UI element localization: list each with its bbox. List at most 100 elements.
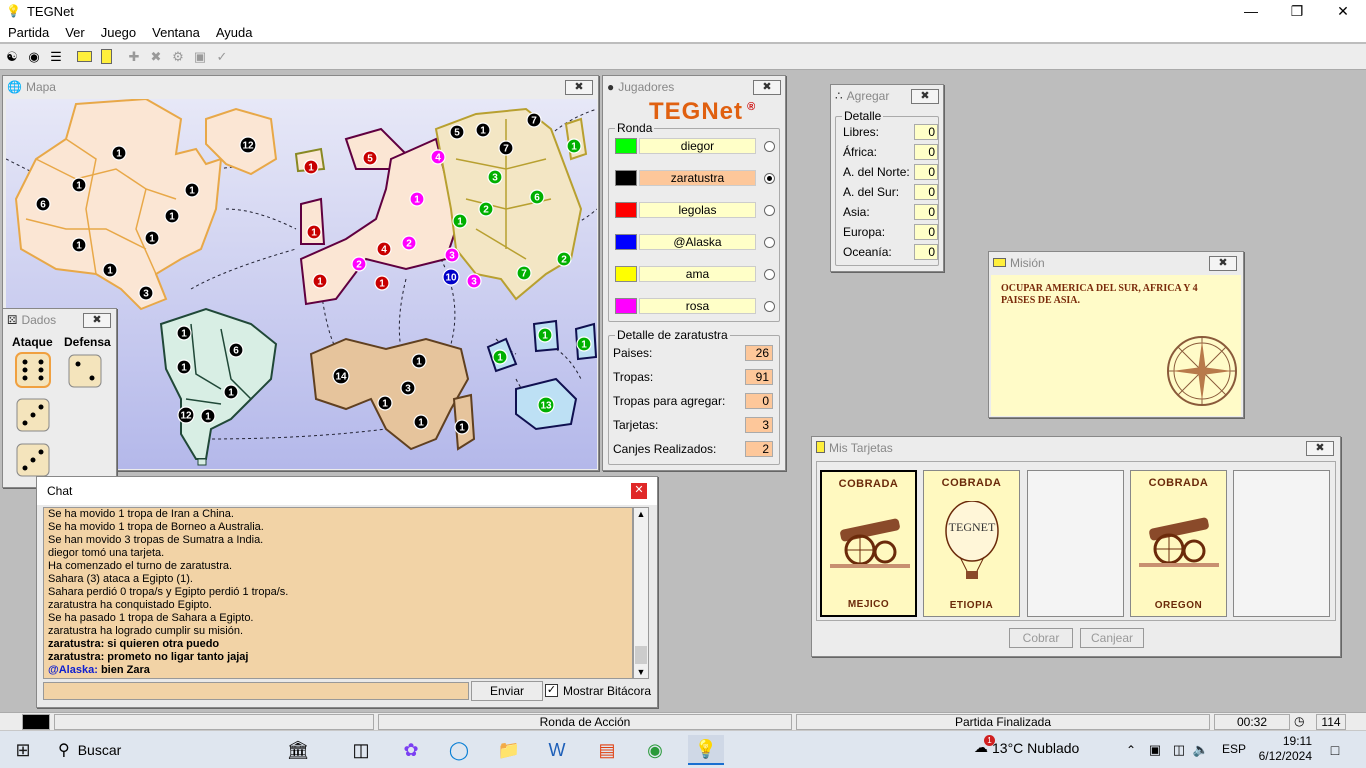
army-marker[interactable]: 13 (537, 396, 555, 414)
army-marker[interactable]: 3 (138, 285, 154, 301)
army-marker[interactable]: 10 (442, 268, 460, 286)
army-marker[interactable]: 1 (71, 177, 87, 193)
file-explorer-icon[interactable]: 📁 (494, 735, 524, 765)
army-marker[interactable]: 1 (164, 208, 180, 224)
players-close-button[interactable]: ✖ (753, 80, 781, 95)
notifications-icon[interactable]: □ (1320, 735, 1350, 765)
copilot-icon[interactable]: ✿ (396, 735, 426, 765)
army-marker[interactable]: 5 (449, 124, 465, 140)
army-marker[interactable]: 1 (312, 273, 328, 289)
army-marker[interactable]: 2 (556, 251, 572, 267)
cards-icon[interactable] (96, 47, 116, 67)
chat-input[interactable] (43, 682, 469, 700)
word-icon[interactable]: W (542, 735, 572, 765)
army-marker[interactable]: 14 (332, 367, 350, 385)
army-marker[interactable]: 1 (576, 336, 592, 352)
agregar-close-button[interactable]: ✖ (911, 89, 939, 104)
edge-icon[interactable]: ◯ (444, 735, 474, 765)
menu-juego[interactable]: Juego (93, 25, 144, 40)
army-marker[interactable]: 1 (176, 325, 192, 341)
army-marker[interactable]: 4 (430, 149, 446, 165)
cobrar-button[interactable]: Cobrar (1009, 628, 1073, 648)
connect-icon[interactable]: ☯ (2, 47, 22, 67)
army-marker[interactable]: 1 (566, 138, 582, 154)
taskbar-search[interactable]: ⚲ Buscar (50, 737, 250, 763)
army-marker[interactable]: 12 (177, 406, 195, 424)
army-marker[interactable]: 1 (102, 262, 118, 278)
army-marker[interactable]: 7 (516, 265, 532, 281)
army-marker[interactable]: 1 (411, 353, 427, 369)
list-icon[interactable]: ☰ (46, 47, 66, 67)
army-marker[interactable]: 1 (492, 349, 508, 365)
army-marker[interactable]: 2 (401, 235, 417, 251)
player-radio[interactable] (764, 236, 775, 248)
army-marker[interactable]: 7 (498, 140, 514, 156)
map-close-button[interactable]: ✖ (565, 80, 593, 95)
menu-ayuda[interactable]: Ayuda (208, 25, 261, 40)
card-0[interactable]: COBRADA MEJICO (820, 470, 917, 617)
player-radio[interactable] (764, 300, 775, 312)
mostrar-bitacora-checkbox[interactable]: ✓ (545, 684, 558, 697)
get-card-icon[interactable]: ▣ (190, 47, 210, 67)
army-marker[interactable]: 7 (526, 112, 542, 128)
army-marker[interactable]: 1 (377, 395, 393, 411)
menu-partida[interactable]: Partida (0, 25, 57, 40)
army-marker[interactable]: 1 (537, 327, 553, 343)
language-indicator[interactable]: ESP (1222, 742, 1246, 756)
scroll-up-icon[interactable]: ▲ (634, 508, 648, 520)
army-marker[interactable]: 6 (529, 189, 545, 205)
army-marker[interactable]: 3 (400, 380, 416, 396)
army-marker[interactable]: 2 (351, 256, 367, 272)
taskbar-clock[interactable]: 19:11 6/12/2024 (1252, 734, 1312, 764)
task-view-icon[interactable]: ◫ (346, 735, 376, 765)
pdf-icon[interactable]: ▤ (592, 735, 622, 765)
weather-widget[interactable]: ☁ 1 13°C Nublado (974, 735, 1079, 756)
army-marker[interactable]: 1 (176, 359, 192, 375)
army-marker[interactable]: 1 (111, 145, 127, 161)
player-radio[interactable] (764, 140, 775, 152)
menu-ventana[interactable]: Ventana (144, 25, 208, 40)
add-armies-icon[interactable]: ✚ (124, 47, 144, 67)
mission-close-button[interactable]: ✖ (1209, 256, 1237, 271)
army-marker[interactable]: 12 (239, 136, 257, 154)
volume-icon[interactable]: 🔈 (1186, 735, 1216, 765)
army-marker[interactable]: 4 (376, 241, 392, 257)
army-marker[interactable]: 1 (409, 191, 425, 207)
minimize-icon[interactable]: — (1228, 0, 1274, 22)
player-row-1[interactable]: zaratustra (615, 169, 775, 187)
chat-scrollbar[interactable]: ▲ ▼ (633, 507, 649, 679)
card-4[interactable] (1233, 470, 1330, 617)
army-marker[interactable]: 1 (144, 230, 160, 246)
player-row-3[interactable]: @Alaska (615, 233, 775, 251)
army-marker[interactable]: 6 (228, 342, 244, 358)
army-marker[interactable]: 6 (35, 196, 51, 212)
army-marker[interactable]: 1 (454, 419, 470, 435)
army-marker[interactable]: 1 (413, 414, 429, 430)
attack-icon[interactable]: ✖ (146, 47, 166, 67)
player-row-2[interactable]: legolas (615, 201, 775, 219)
tegnet-taskbar-icon[interactable]: 💡 (688, 735, 724, 765)
army-marker[interactable]: 1 (452, 213, 468, 229)
card-3[interactable]: COBRADA OREGON (1130, 470, 1227, 617)
mission-card-icon[interactable] (74, 47, 94, 67)
army-marker[interactable]: 1 (306, 224, 322, 240)
army-marker[interactable]: 1 (71, 237, 87, 253)
player-radio[interactable] (764, 268, 775, 280)
army-marker[interactable]: 1 (303, 159, 319, 175)
maximize-icon[interactable]: ❐ (1274, 0, 1320, 22)
scroll-down-icon[interactable]: ▼ (634, 666, 648, 678)
army-marker[interactable]: 1 (223, 384, 239, 400)
canjear-button[interactable]: Canjear (1080, 628, 1144, 648)
regroup-icon[interactable]: ⚙ (168, 47, 188, 67)
chrome-icon[interactable]: ◉ (640, 735, 670, 765)
chat-close-button[interactable]: ✕ (631, 483, 647, 499)
army-marker[interactable]: 1 (184, 182, 200, 198)
enviar-button[interactable]: Enviar (471, 681, 543, 701)
army-marker[interactable]: 1 (475, 122, 491, 138)
army-marker[interactable]: 3 (444, 247, 460, 263)
windows-start-icon[interactable]: ⊞ (8, 735, 38, 765)
player-row-5[interactable]: rosa (615, 297, 775, 315)
army-marker[interactable]: 5 (362, 150, 378, 166)
army-marker[interactable]: 1 (374, 275, 390, 291)
close-icon[interactable]: ✕ (1320, 0, 1366, 22)
